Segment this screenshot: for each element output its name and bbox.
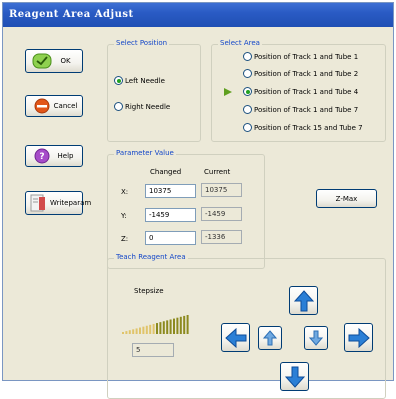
stepsize-bar xyxy=(183,315,186,334)
column-changed-header: Changed xyxy=(150,168,182,176)
radio-indicator xyxy=(243,87,252,96)
y-changed-input[interactable]: -1459 xyxy=(145,208,196,222)
x-changed-input[interactable]: 10375 xyxy=(145,184,196,198)
y-current-value: -1459 xyxy=(201,207,242,221)
z-label: Z: xyxy=(121,235,129,243)
stepsize-bar xyxy=(128,330,131,334)
radio-indicator xyxy=(114,102,123,111)
move-down-button[interactable] xyxy=(280,362,309,391)
parameter-value-title: Parameter Value xyxy=(114,149,176,157)
radio-right-needle-label: Right Needle xyxy=(125,102,171,111)
z-max-button[interactable]: Z-Max xyxy=(316,189,377,208)
x-label: X: xyxy=(121,188,129,196)
radio-label: Position of Track 1 and Tube 1 xyxy=(254,52,359,61)
radio-indicator xyxy=(243,105,252,114)
step-down-button[interactable] xyxy=(304,326,328,350)
column-current-header: Current xyxy=(204,168,231,176)
radio-track1-tube7[interactable]: Position of Track 1 and Tube 7 xyxy=(243,105,358,114)
stepsize-bar xyxy=(166,320,169,334)
select-area-title: Select Area xyxy=(218,39,262,47)
help-button-label: Help xyxy=(57,152,74,160)
window-client: OK Cancel ? Help Writeparam Select Posit… xyxy=(3,27,393,399)
write-icon xyxy=(28,194,50,212)
help-button[interactable]: ? Help xyxy=(25,145,83,167)
reagent-area-adjust-window: Reagent Area Adjust OK Cancel ? Help Wri… xyxy=(2,2,394,399)
radio-right-needle[interactable]: Right Needle xyxy=(114,102,170,111)
stepsize-value: 5 xyxy=(132,343,174,357)
radio-track1-tube4[interactable]: Position of Track 1 and Tube 4 xyxy=(243,87,358,96)
cancel-button-label: Cancel xyxy=(53,102,78,110)
stepsize-bar xyxy=(139,327,141,334)
window-title: Reagent Area Adjust xyxy=(3,3,393,27)
z-changed-input[interactable]: 0 xyxy=(145,231,196,245)
stepsize-bar xyxy=(179,316,182,334)
select-area-group: Select Area Position of Track 1 and Tube… xyxy=(211,39,386,142)
radio-track1-tube1[interactable]: Position of Track 1 and Tube 1 xyxy=(243,52,358,61)
stepsize-slider[interactable] xyxy=(121,315,191,335)
stepsize-bar xyxy=(145,325,148,334)
arrow-down-icon xyxy=(284,366,305,388)
stepsize-bar xyxy=(186,315,189,334)
arrow-up-icon xyxy=(293,289,314,311)
stepsize-bar xyxy=(125,331,128,334)
x-current-value: 10375 xyxy=(201,183,242,197)
stepsize-bar xyxy=(149,324,152,334)
radio-label: Position of Track 15 and Tube 7 xyxy=(254,123,363,132)
svg-text:?: ? xyxy=(39,152,44,162)
stepsize-bar xyxy=(152,323,155,334)
selected-marker-icon xyxy=(224,88,232,98)
arrow-left-icon xyxy=(224,327,246,348)
question-icon: ? xyxy=(31,147,53,165)
step-up-button[interactable] xyxy=(258,326,282,350)
checkmark-icon xyxy=(31,52,53,70)
writeparam-button-label: Writeparam xyxy=(50,199,92,207)
radio-label: Position of Track 1 and Tube 4 xyxy=(254,87,359,96)
radio-left-needle[interactable]: Left Needle xyxy=(114,76,165,85)
teach-reagent-area-title: Teach Reagent Area xyxy=(114,253,188,261)
parameter-value-group: Parameter Value Changed Current X: 10375… xyxy=(107,149,265,269)
arrow-down-small-icon xyxy=(309,330,323,346)
radio-label: Position of Track 1 and Tube 2 xyxy=(254,69,359,78)
stepsize-bar xyxy=(173,318,175,334)
ok-button[interactable]: OK xyxy=(25,49,83,73)
move-left-button[interactable] xyxy=(221,323,250,352)
stepsize-bar xyxy=(142,326,145,334)
ok-button-label: OK xyxy=(60,57,71,65)
move-up-button[interactable] xyxy=(289,286,318,315)
radio-label: Position of Track 1 and Tube 7 xyxy=(254,105,359,114)
radio-indicator xyxy=(243,69,252,78)
select-position-group: Select Position Left Needle Right Needle xyxy=(107,39,201,142)
radio-indicator xyxy=(243,123,252,132)
stepsize-bar xyxy=(159,322,162,334)
radio-indicator xyxy=(114,76,123,85)
stepsize-bar xyxy=(169,319,172,334)
radio-track1-tube2[interactable]: Position of Track 1 and Tube 2 xyxy=(243,69,358,78)
arrow-right-icon xyxy=(348,327,370,348)
stepsize-bar xyxy=(156,323,158,334)
radio-track15-tube7[interactable]: Position of Track 15 and Tube 7 xyxy=(243,123,363,132)
z-current-value: -1336 xyxy=(201,230,242,244)
stepsize-bar xyxy=(135,328,138,334)
arrow-up-small-icon xyxy=(263,330,277,346)
stepsize-bar xyxy=(162,321,165,334)
stepsize-bar xyxy=(176,317,179,334)
move-right-button[interactable] xyxy=(344,323,373,352)
radio-indicator xyxy=(243,52,252,61)
cancel-button[interactable]: Cancel xyxy=(25,95,83,117)
z-max-button-label: Z-Max xyxy=(335,194,358,203)
teach-reagent-area-group: Teach Reagent Area Stepsize 5 xyxy=(107,253,386,399)
y-label: Y: xyxy=(121,212,127,220)
stepsize-bar xyxy=(132,329,135,334)
minus-icon xyxy=(31,97,53,115)
stepsize-label: Stepsize xyxy=(134,287,164,295)
radio-left-needle-label: Left Needle xyxy=(125,76,165,85)
writeparam-button[interactable]: Writeparam xyxy=(25,191,91,215)
select-position-title: Select Position xyxy=(114,39,170,47)
stepsize-bar xyxy=(122,332,124,334)
